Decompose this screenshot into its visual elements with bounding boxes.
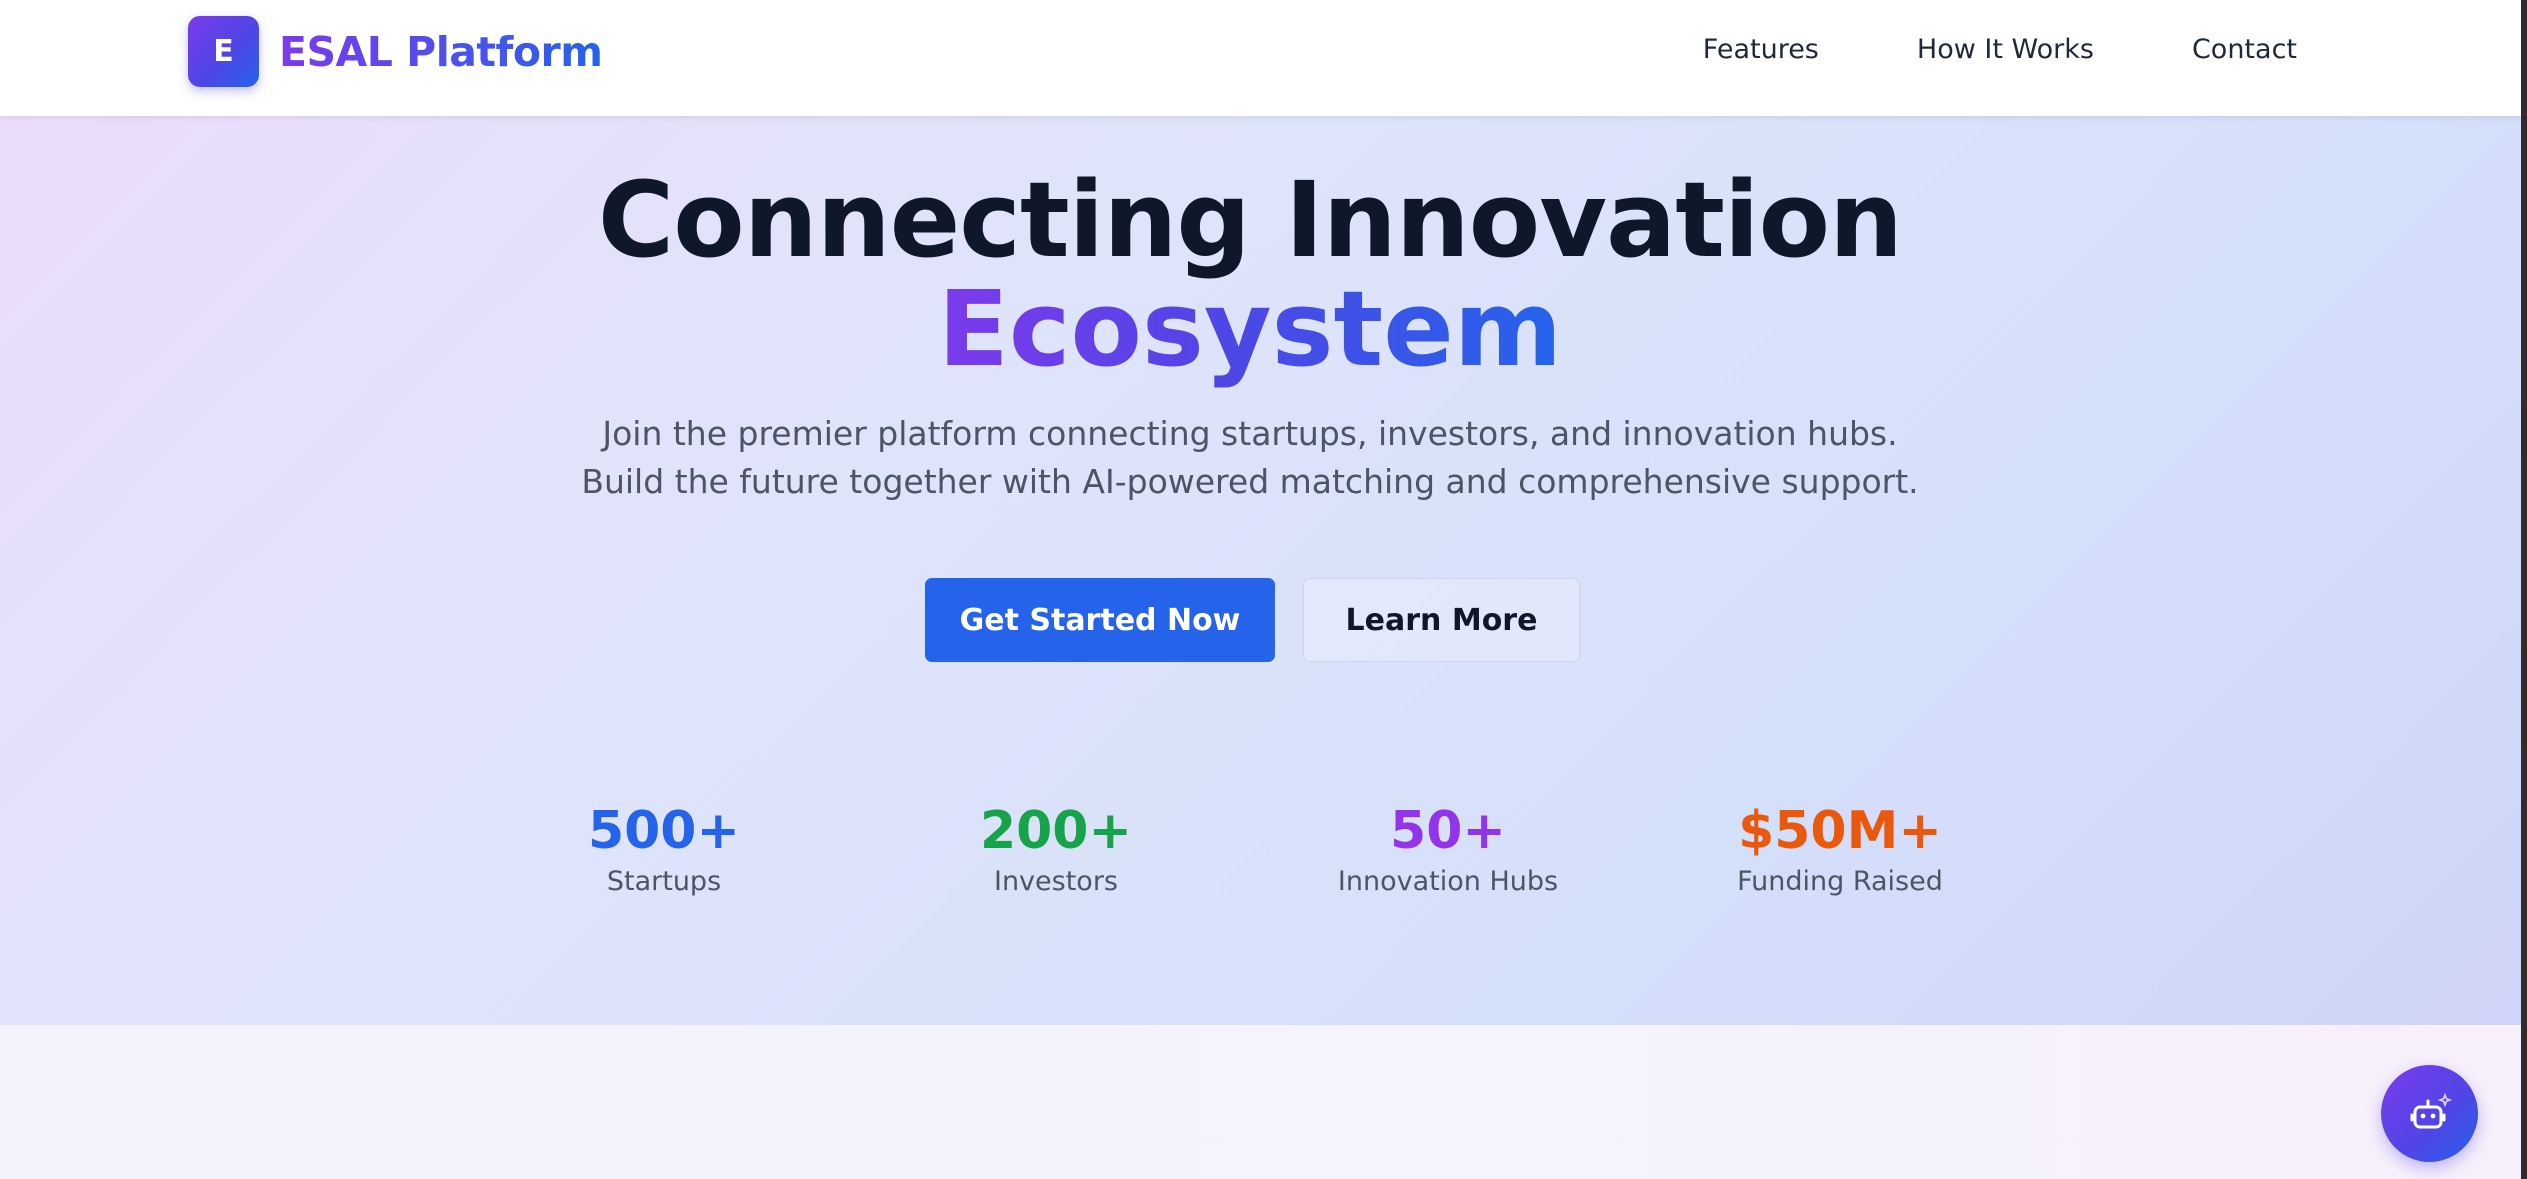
hero-title-gradient-text: Ecosystem [937,268,1563,390]
stat-value: 200+ [979,801,1133,861]
stat-label: Funding Raised [1737,866,1943,897]
hero-title: Connecting Innovation [597,159,1903,281]
logo[interactable]: E ESAL Platform [188,16,603,87]
stat-value: 500+ [587,801,741,861]
logo-text: ESAL Platform [279,27,603,76]
hero-subtitle-line-1: Join the premier platform connecting sta… [602,414,1898,453]
window-scrollbar[interactable] [2521,0,2527,1179]
stat-funding-raised: $50M+ Funding Raised [1670,802,2010,897]
stat-label: Startups [606,866,722,897]
next-section [0,1025,2527,1179]
stat-label: Investors [993,866,1118,897]
stat-investors: 200+ Investors [886,802,1226,897]
nav-link-how-it-works[interactable]: How It Works [1917,34,2094,65]
logo-badge: E [188,16,259,87]
main-nav: Features How It Works Contact [1703,34,2297,65]
hero-subtitle-line-2: Build the future together with AI-powere… [581,462,1919,501]
stat-value: $50M+ [1738,801,1942,861]
stat-label: Innovation Hubs [1337,866,1559,897]
nav-link-features[interactable]: Features [1703,34,1819,65]
hero-section: Connecting Innovation Ecosystem Join the… [0,116,2527,1025]
robot-icon [2410,1092,2452,1128]
page: E ESAL Platform Features How It Works Co… [0,0,2527,1179]
get-started-button[interactable]: Get Started Now [925,578,1275,662]
site-header: E ESAL Platform Features How It Works Co… [0,0,2527,116]
learn-more-button[interactable]: Learn More [1303,578,1580,662]
stat-value: 50+ [1390,801,1506,861]
chatbot-button[interactable] [2381,1065,2478,1162]
nav-link-contact[interactable]: Contact [2192,34,2297,65]
logo-letter: E [213,34,234,69]
stat-innovation-hubs: 50+ Innovation Hubs [1278,802,1618,897]
stat-startups: 500+ Startups [494,802,834,897]
hero-title-highlight: Ecosystem [0,274,2500,384]
